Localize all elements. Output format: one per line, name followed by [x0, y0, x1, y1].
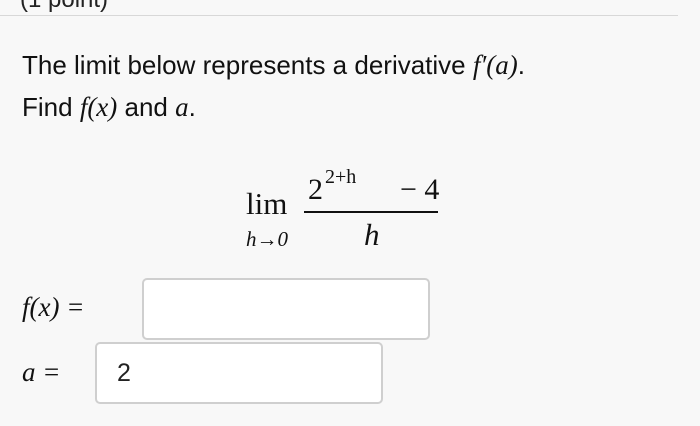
previous-problem-header: (1 point) [0, 0, 700, 14]
function-notation: f(x) [79, 92, 118, 122]
limit-subscript-value: h→0 [246, 227, 288, 251]
numerator-base: 2 [308, 173, 323, 206]
problem-period: . [517, 50, 525, 80]
fraction-denominator: h [364, 217, 380, 252]
numerator-exponent: 2+h [325, 166, 357, 188]
statement-period: . [188, 92, 196, 122]
a-variable: a [175, 92, 189, 122]
point-value-text: (1 point) [20, 0, 108, 14]
limit-subscript: h→0 [246, 229, 288, 250]
function-answer-input[interactable] [142, 278, 430, 340]
fraction-bar [304, 211, 438, 213]
problem-statement-line-one: The limit below represents a derivative … [22, 49, 525, 81]
fraction-numerator: 2 2+h − 4 [308, 166, 440, 206]
a-answer-input[interactable] [95, 342, 383, 404]
limit-fraction: 2 2+h − 4 h [304, 162, 440, 257]
section-divider [0, 15, 700, 16]
problem-statement-text: The limit below represents a derivative [22, 50, 473, 80]
and-text: and [117, 92, 176, 122]
numerator-subtraction: − 4 [400, 173, 440, 206]
find-text: Find [22, 92, 80, 122]
derivative-notation: f′(a) [472, 50, 518, 80]
function-answer-label-text: f(x) = [22, 292, 85, 322]
limit-operator: lim [246, 186, 288, 221]
function-answer-label: f(x) = [22, 293, 84, 322]
right-margin [678, 0, 700, 426]
problem-statement-line-two: Find f(x) and a. [22, 91, 196, 123]
a-answer-label: a = [22, 358, 60, 387]
a-answer-label-text: a = [22, 357, 61, 387]
limit-expression: lim h→0 2 2+h − 4 h [246, 162, 456, 257]
